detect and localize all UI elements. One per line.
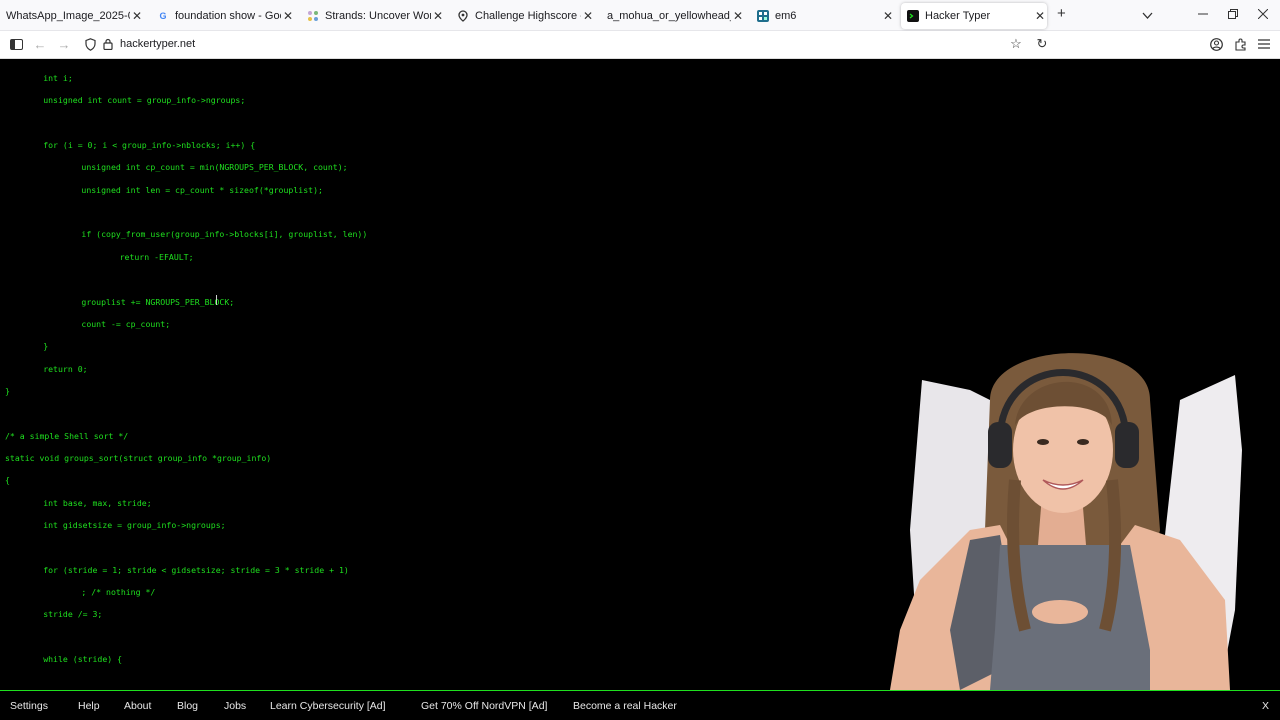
tab-hacker-typer[interactable]: Hacker Typer ✕: [901, 3, 1047, 29]
code-line: stride /= 3;: [43, 609, 103, 620]
tab-title: foundation show - Google Sear: [175, 10, 281, 22]
tab-title: a_mohua_or_yellowhead_photo_by: [607, 10, 731, 22]
code-line: unsigned int count = group_info->ngroups…: [43, 95, 246, 106]
tab-foundation-show[interactable]: G foundation show - Google Sear ✕: [157, 3, 295, 29]
em6-icon: [757, 10, 769, 22]
code-line: }: [43, 341, 49, 352]
restore-icon[interactable]: [1228, 7, 1238, 22]
tab-title: Strands: Uncover Words. — The: [325, 10, 431, 22]
account-icon[interactable]: [1208, 36, 1224, 52]
reload-icon[interactable]: ↻: [1034, 36, 1050, 52]
close-icon[interactable]: ✕: [281, 9, 295, 23]
google-icon: G: [159, 11, 167, 21]
list-all-tabs-icon[interactable]: [1142, 8, 1153, 23]
close-icon[interactable]: ✕: [130, 9, 144, 23]
code-line: grouplist += NGROUPS_PER_BLOCK;: [81, 296, 235, 307]
code-line: int base, max, stride;: [43, 497, 152, 508]
footer-link-about[interactable]: About: [124, 700, 151, 712]
code-line: static void groups_sort(struct group_inf…: [5, 452, 272, 463]
menu-icon[interactable]: [1256, 36, 1272, 52]
back-icon[interactable]: ←: [32, 36, 48, 52]
footer-bar: Settings Help About Blog Jobs Learn Cybe…: [0, 690, 1280, 720]
navigation-bar: ← → hackertyper.net ☆ ↻: [0, 31, 1280, 59]
code-line: return 0;: [43, 363, 88, 374]
lock-icon[interactable]: [100, 36, 116, 52]
close-icon[interactable]: ✕: [581, 9, 595, 23]
geoguessr-icon: [457, 10, 469, 22]
code-line: return -EFAULT;: [119, 251, 194, 262]
tab-title: Hacker Typer: [925, 10, 991, 22]
new-tab-icon[interactable]: +: [1057, 5, 1066, 22]
tab-strip: WhatsApp_Image_2025-07-17_at_1 ✕ G found…: [0, 0, 1280, 31]
code-line: }: [5, 385, 10, 396]
footer-link-blog[interactable]: Blog: [177, 700, 198, 712]
code-line: {: [5, 475, 10, 486]
tab-geoguessr[interactable]: Challenge Highscore - GeoGue ✕: [457, 3, 595, 29]
text-cursor-icon: [216, 295, 217, 305]
code-line: for (stride = 1; stride < gidsetsize; st…: [43, 564, 349, 575]
window-close-icon[interactable]: [1257, 7, 1269, 22]
footer-link-become-hacker[interactable]: Become a real Hacker: [573, 700, 677, 712]
tab-em6[interactable]: em6 ✕: [757, 3, 895, 29]
code-line: count -= cp_count;: [81, 318, 171, 329]
tab-strands[interactable]: Strands: Uncover Words. — The ✕: [307, 3, 445, 29]
hackertyper-icon: [907, 10, 919, 22]
tab-whatsapp-image[interactable]: WhatsApp_Image_2025-07-17_at_1 ✕: [6, 3, 144, 29]
code-line: while (stride) {: [43, 654, 123, 665]
footer-link-settings[interactable]: Settings: [10, 700, 48, 712]
code-line: int gidsetsize = group_info->ngroups;: [43, 520, 226, 530]
close-icon[interactable]: ✕: [731, 9, 745, 23]
webcam-overlay: [850, 330, 1280, 690]
code-line: for (i = 0; i < group_info->nblocks; i++…: [43, 140, 256, 151]
tab-mohua-photo[interactable]: a_mohua_or_yellowhead_photo_by ✕: [607, 3, 745, 29]
close-icon[interactable]: ✕: [881, 9, 895, 23]
footer-close-button[interactable]: X: [1262, 700, 1269, 712]
footer-link-jobs[interactable]: Jobs: [224, 700, 246, 712]
forward-icon[interactable]: →: [56, 36, 72, 52]
code-line: /* a simple Shell sort */: [5, 430, 129, 441]
footer-link-learn-cybersecurity[interactable]: Learn Cybersecurity [Ad]: [270, 700, 386, 712]
code-line: unsigned int cp_count = min(NGROUPS_PER_…: [81, 162, 348, 173]
code-line: ; /* nothing */: [81, 587, 156, 598]
strands-icon: [307, 10, 319, 22]
close-icon[interactable]: ✕: [1033, 9, 1047, 23]
code-line: int i;: [43, 73, 73, 83]
shield-icon[interactable]: [82, 36, 98, 52]
tab-title: WhatsApp_Image_2025-07-17_at_1: [6, 10, 130, 22]
sidebar-toggle-icon[interactable]: [8, 36, 24, 52]
extensions-icon[interactable]: [1232, 36, 1248, 52]
close-icon[interactable]: ✕: [431, 9, 445, 23]
code-line: unsigned int len = cp_count * sizeof(*gr…: [81, 184, 323, 195]
footer-link-nordvpn[interactable]: Get 70% Off NordVPN [Ad]: [421, 700, 547, 712]
footer-link-help[interactable]: Help: [78, 700, 100, 712]
tab-title: em6: [775, 10, 797, 22]
minimize-icon[interactable]: [1198, 7, 1208, 22]
url-field[interactable]: hackertyper.net: [120, 38, 195, 50]
code-line: if (copy_from_user(group_info->blocks[i]…: [81, 229, 368, 240]
tab-title: Challenge Highscore - GeoGue: [475, 10, 581, 22]
bookmark-star-icon[interactable]: ☆: [1008, 36, 1024, 52]
